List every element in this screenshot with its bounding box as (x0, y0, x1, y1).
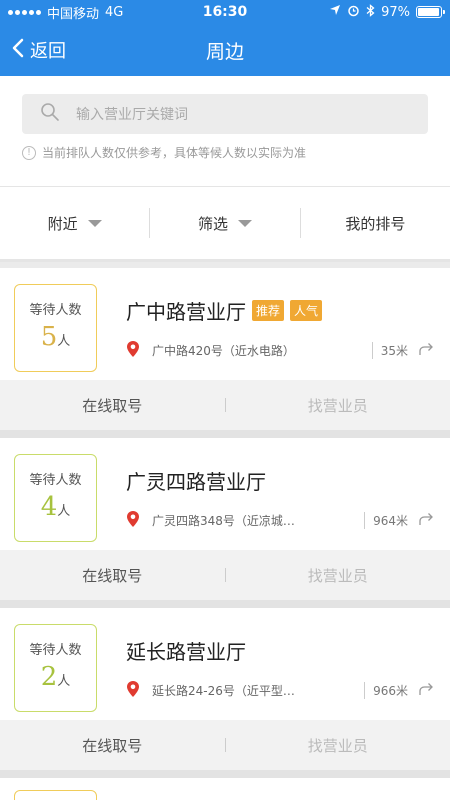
waiting-box (14, 790, 97, 800)
hall-card-partial[interactable] (0, 778, 450, 800)
header: 中国移动 4G 16:30 97% 返回 周边 (0, 0, 450, 76)
hall-address: 延长路24-26号（近平型… (152, 684, 295, 698)
waiting-count: 4 (40, 492, 58, 522)
hall-list: 等待人数 5人 广中路营业厅 推荐 人气 广中路420号（近水电路） 35米 在… (0, 262, 450, 800)
find-staff-button[interactable]: 找营业员 (226, 395, 450, 416)
navigate-icon[interactable] (418, 512, 434, 529)
queue-notice: ! 当前排队人数仅供参考，具体等候人数以实际为准 (22, 144, 428, 161)
nav-bar: 返回 周边 (0, 24, 450, 76)
search-section: 输入营业厅关键词 ! 当前排队人数仅供参考，具体等候人数以实际为准 (0, 76, 450, 186)
notice-text: 当前排队人数仅供参考，具体等候人数以实际为准 (42, 146, 307, 160)
waiting-unit: 人 (57, 674, 71, 689)
bluetooth-icon (366, 3, 375, 21)
my-queue-button[interactable]: 我的排号 (299, 208, 450, 238)
filter-nearby-label: 附近 (47, 214, 78, 233)
waiting-label: 等待人数 (29, 303, 82, 318)
hall-card[interactable]: 等待人数 4人 广灵四路营业厅 广灵四路348号（近凉城… 964米 (0, 438, 450, 550)
search-input[interactable]: 输入营业厅关键词 (22, 94, 428, 134)
hall-actions: 在线取号 找营业员 (0, 720, 450, 778)
triangle-down-icon (238, 219, 252, 227)
waiting-count: 5 (40, 322, 58, 352)
hall-name: 广中路营业厅 (126, 300, 246, 324)
chevron-left-icon (12, 38, 24, 63)
signal-icon (8, 9, 41, 15)
search-placeholder: 输入营业厅关键词 (76, 107, 188, 123)
take-number-button[interactable]: 在线取号 (0, 735, 225, 756)
carrier-label: 中国移动 (47, 6, 100, 22)
hall-distance: 964米 (364, 512, 408, 529)
filter-bar: 附近 筛选 我的排号 (0, 186, 450, 262)
take-number-button[interactable]: 在线取号 (0, 565, 225, 586)
find-staff-button[interactable]: 找营业员 (226, 565, 450, 586)
status-bar: 中国移动 4G 16:30 97% (0, 0, 450, 24)
hall-address: 广灵四路348号（近凉城… (152, 514, 295, 528)
navigate-icon[interactable] (418, 342, 434, 359)
filter-nearby[interactable]: 附近 (0, 208, 149, 238)
take-number-button[interactable]: 在线取号 (0, 395, 225, 416)
waiting-count: 2 (40, 662, 58, 692)
hall-distance: 35米 (371, 342, 408, 359)
filter-screen[interactable]: 筛选 (149, 208, 299, 238)
back-label: 返回 (30, 41, 66, 62)
info-icon: ! (22, 145, 36, 160)
hall-card[interactable]: 等待人数 2人 延长路营业厅 延长路24-26号（近平型… 966米 (0, 608, 450, 720)
my-queue-label: 我的排号 (345, 214, 406, 233)
location-icon (329, 4, 341, 20)
waiting-label: 等待人数 (29, 473, 82, 488)
location-pin-icon (126, 680, 140, 701)
tag-recommended: 推荐 (252, 300, 285, 321)
navigate-icon[interactable] (418, 682, 434, 699)
waiting-unit: 人 (57, 334, 71, 349)
hall-address: 广中路420号（近水电路） (152, 344, 295, 358)
triangle-down-icon (87, 219, 102, 227)
hall-actions: 在线取号 找营业员 (0, 380, 450, 438)
battery-icon (416, 6, 445, 18)
battery-percent: 97% (381, 4, 410, 20)
waiting-box: 等待人数 2人 (14, 624, 97, 712)
alarm-icon (347, 4, 360, 21)
search-icon (40, 102, 60, 126)
hall-card[interactable]: 等待人数 5人 广中路营业厅 推荐 人气 广中路420号（近水电路） 35米 (0, 268, 450, 380)
waiting-box: 等待人数 4人 (14, 454, 97, 542)
hall-distance: 966米 (364, 682, 408, 699)
waiting-label: 等待人数 (29, 643, 82, 658)
location-pin-icon (126, 340, 140, 361)
hall-name: 广灵四路营业厅 (126, 470, 266, 494)
back-button[interactable]: 返回 (0, 37, 66, 63)
tag-popular: 人气 (290, 300, 323, 321)
hall-name: 延长路营业厅 (126, 640, 246, 664)
waiting-unit: 人 (57, 504, 71, 519)
filter-screen-label: 筛选 (197, 214, 228, 233)
waiting-box: 等待人数 5人 (14, 284, 97, 372)
find-staff-button[interactable]: 找营业员 (226, 735, 450, 756)
network-label: 4G (105, 4, 124, 20)
location-pin-icon (126, 510, 140, 531)
page-title: 周边 (205, 40, 244, 63)
hall-actions: 在线取号 找营业员 (0, 550, 450, 608)
